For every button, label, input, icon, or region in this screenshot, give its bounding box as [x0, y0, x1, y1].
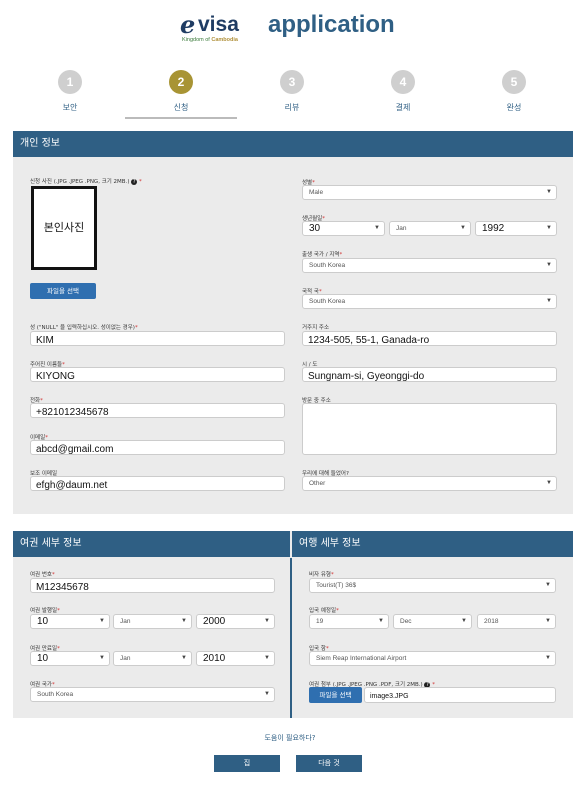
- help-link[interactable]: 도움이 필요하다?: [0, 733, 580, 743]
- step-label: 결제: [395, 103, 411, 112]
- expiry-month-select[interactable]: Jan ▼: [113, 651, 192, 666]
- nationality-select[interactable]: South Korea ▼: [302, 294, 557, 309]
- dob-year-select[interactable]: 1992 ▼: [475, 221, 557, 236]
- photo-file-button[interactable]: 파일을 선택: [30, 283, 96, 299]
- address-input[interactable]: 1234-505, 55-1, Ganada-ro: [302, 331, 557, 346]
- home-button[interactable]: 집: [214, 755, 280, 772]
- gender-select[interactable]: Male ▼: [302, 185, 557, 200]
- attached-file-name: image3.JPG: [364, 687, 556, 703]
- evisa-logo-subtitle: Kingdom of Cambodia: [182, 37, 238, 43]
- section-title: 개인 정보: [13, 131, 573, 157]
- birth-country-select[interactable]: South Korea ▼: [302, 258, 557, 273]
- alt-email-input[interactable]: efgh@daum.net: [30, 476, 285, 491]
- issue-date-label: 여권 발행일*: [30, 608, 60, 614]
- attach-file-button[interactable]: 파일을 선택: [309, 687, 362, 703]
- section-divider: [290, 558, 292, 718]
- heard-select[interactable]: Other ▼: [302, 476, 557, 491]
- issue-year-select[interactable]: 2000 ▼: [196, 614, 275, 629]
- visa-type-label: 비자 유형*: [309, 572, 334, 578]
- step-number: 3: [280, 70, 304, 94]
- step-label: 신청: [173, 103, 189, 112]
- city-input[interactable]: Sungnam-si, Gyeonggi-do: [302, 367, 557, 382]
- evisa-logo-e: e: [180, 10, 196, 39]
- passport-section-title: 여권 세부 정보: [13, 531, 290, 557]
- issue-day-select[interactable]: 10 ▼: [30, 614, 110, 629]
- surname-label: 성 ("NULL" 을 입력하십시오. 성이없는 경우)*: [30, 325, 138, 331]
- phone-input[interactable]: +821012345678: [30, 403, 285, 418]
- visit-address-textarea[interactable]: [302, 403, 557, 455]
- expiry-year-select[interactable]: 2010 ▼: [196, 651, 275, 666]
- surname-input[interactable]: KIM: [30, 331, 285, 346]
- help-icon[interactable]: ?: [131, 178, 138, 185]
- photo-label: 신청 사진 (.JPG .JPEG .PNG, 크기 2MB.) ? *: [30, 178, 142, 185]
- step-label: 완성: [506, 103, 522, 112]
- page-title: application: [268, 11, 395, 38]
- entry-month-select[interactable]: Dec ▼: [393, 614, 472, 629]
- passport-travel-section: 여권 세부 정보 여행 세부 정보 여권 번호* M12345678 여권 발행…: [13, 531, 573, 718]
- step-review: 3 리뷰: [237, 70, 347, 113]
- step-security: 1 보안: [15, 70, 125, 113]
- dob-day-select[interactable]: 30 ▼: [302, 221, 385, 236]
- applicant-photo: 본인사진: [31, 186, 97, 270]
- next-button[interactable]: 다음 것: [296, 755, 362, 772]
- step-application: 2 신청: [126, 70, 236, 113]
- address-label: 거주지 주소: [302, 325, 330, 331]
- passport-number-label: 여권 번호*: [30, 572, 55, 578]
- step-complete: 5 완성: [459, 70, 569, 113]
- personal-info-section: 개인 정보 신청 사진 (.JPG .JPEG .PNG, 크기 2MB.) ?…: [13, 131, 573, 514]
- given-names-input[interactable]: KIYONG: [30, 367, 285, 382]
- port-select[interactable]: Siem Reap International Airport ▼: [309, 651, 556, 666]
- brand-header: e visa Kingdom of Cambodia application: [180, 8, 420, 48]
- step-payment: 4 결제: [348, 70, 458, 113]
- active-step-underline: [125, 117, 237, 119]
- step-label: 보안: [62, 103, 78, 112]
- step-number: 4: [391, 70, 415, 94]
- step-label: 리뷰: [284, 103, 300, 112]
- email-input[interactable]: abcd@gmail.com: [30, 440, 285, 455]
- progress-steps: 1 보안 2 신청 3 리뷰 4 결제 5 완성: [10, 70, 570, 120]
- step-number: 5: [502, 70, 526, 94]
- passport-number-input[interactable]: M12345678: [30, 578, 275, 593]
- travel-section-title: 여행 세부 정보: [292, 531, 573, 557]
- visa-type-select[interactable]: Tourist(T) 36$ ▼: [309, 578, 556, 593]
- dob-month-select[interactable]: Jan ▼: [389, 221, 471, 236]
- passport-country-select[interactable]: South Korea ▼: [30, 687, 275, 702]
- entry-year-select[interactable]: 2018 ▼: [477, 614, 556, 629]
- step-number: 1: [58, 70, 82, 94]
- step-number: 2: [169, 70, 193, 94]
- evisa-logo-visa: visa: [198, 13, 239, 36]
- birth-country-label: 출생 국가 / 지역*: [302, 252, 343, 258]
- expiry-day-select[interactable]: 10 ▼: [30, 651, 110, 666]
- entry-date-label: 입국 예정일*: [309, 608, 339, 614]
- issue-month-select[interactable]: Jan ▼: [113, 614, 192, 629]
- entry-day-select[interactable]: 19 ▼: [309, 614, 389, 629]
